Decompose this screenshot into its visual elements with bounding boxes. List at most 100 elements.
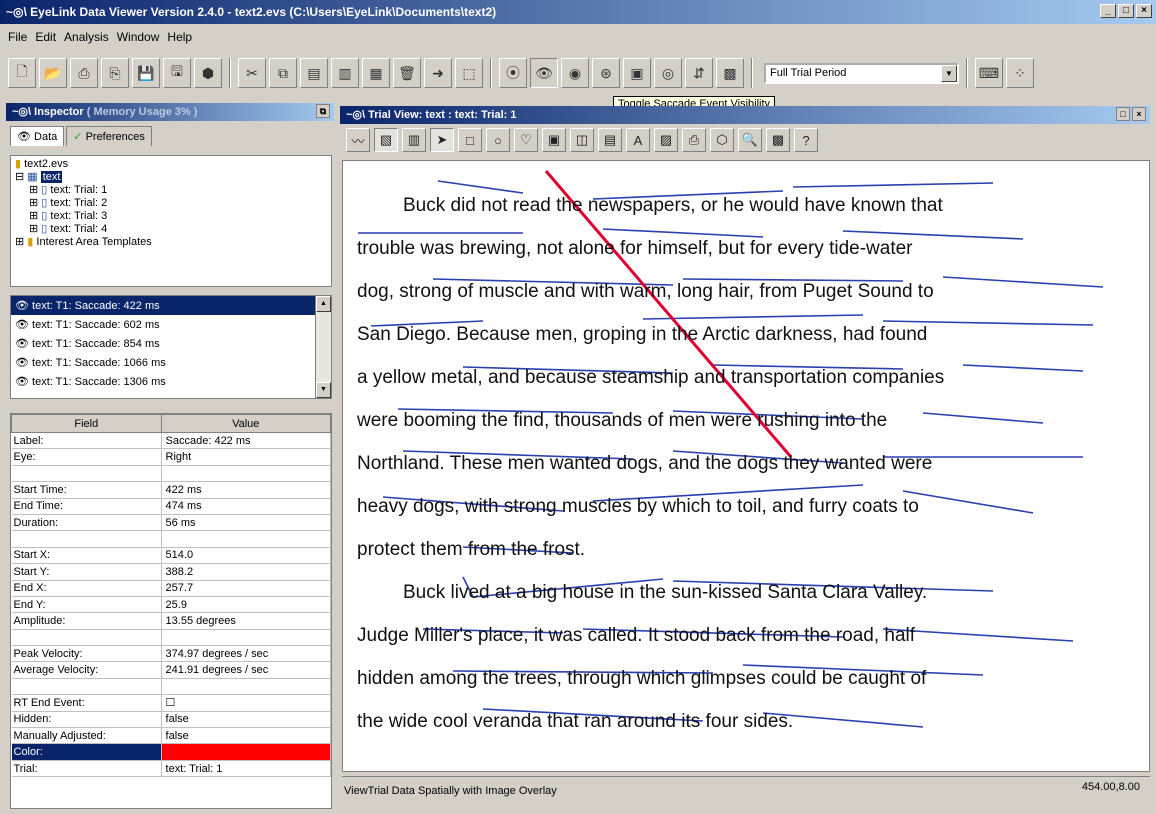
paste-icon[interactable]: ▤ — [300, 58, 328, 88]
restore-icon[interactable]: □ — [1116, 107, 1130, 121]
value-cell[interactable]: false — [161, 711, 332, 729]
save-all-icon[interactable]: 🖫 — [163, 58, 191, 88]
list-item[interactable]: 👁 text: T1: Saccade: 602 ms — [11, 315, 331, 334]
tree-trial[interactable]: ⊞ ▯ text: Trial: 1 — [15, 184, 327, 197]
value-cell[interactable]: 474 ms — [161, 498, 332, 515]
trial-canvas[interactable]: Buck did not read the newspapers, or he … — [342, 160, 1150, 772]
saccade-line[interactable] — [902, 490, 1034, 514]
tree-trial[interactable]: ⊞ ▯ text: Trial: 3 — [15, 210, 327, 223]
help-icon[interactable]: ? — [794, 128, 818, 152]
saccade-line[interactable] — [922, 412, 1044, 424]
tree-root[interactable]: ▮ text2.evs — [15, 158, 327, 171]
input-icon[interactable]: ⇵ — [685, 58, 713, 88]
temporal-graph-icon[interactable]: 〰 — [346, 128, 370, 152]
scroll-down-icon[interactable]: ▼ — [316, 382, 331, 398]
value-cell[interactable] — [161, 530, 332, 548]
pointer-icon[interactable]: ➤ — [430, 128, 454, 152]
copy-icon[interactable]: ⧉ — [269, 58, 297, 88]
ellipse-icon[interactable]: ○ — [486, 128, 510, 152]
save-icon[interactable]: 💾 — [132, 58, 160, 88]
list-item[interactable]: 👁 text: T1: Saccade: 1306 ms — [11, 372, 331, 391]
saccade-line[interactable] — [602, 228, 764, 238]
load-ia-icon[interactable]: ◫ — [570, 128, 594, 152]
close-icon[interactable]: × — [1132, 107, 1146, 121]
paste-special-icon[interactable]: ▥ — [331, 58, 359, 88]
delete-icon[interactable]: 🗑 — [393, 58, 421, 88]
text-ia-icon[interactable]: A — [626, 128, 650, 152]
menu-window[interactable]: Window — [117, 30, 160, 44]
value-cell[interactable] — [161, 465, 332, 483]
export-image-icon[interactable]: ⎙ — [682, 128, 706, 152]
float-panel-icon[interactable]: ⧉ — [316, 104, 330, 118]
value-cell[interactable]: 514.0 — [161, 547, 332, 565]
value-cell[interactable]: 241.91 degrees / sec — [161, 661, 332, 679]
image-ia-icon[interactable]: ▨ — [654, 128, 678, 152]
list-item[interactable]: 👁 text: T1: Saccade: 1066 ms — [11, 353, 331, 372]
close-button[interactable]: × — [1136, 4, 1152, 18]
export-icon[interactable]: ⎘ — [101, 58, 129, 88]
period-select[interactable]: Full Trial Period ▼ — [764, 62, 959, 84]
value-cell[interactable]: 374.97 degrees / sec — [161, 645, 332, 663]
tree-group[interactable]: ⊟ ▦ text — [15, 171, 327, 184]
cut-icon[interactable]: ✂ — [238, 58, 266, 88]
value-cell[interactable]: text: Trial: 1 — [161, 760, 332, 778]
saccade-line[interactable] — [792, 182, 994, 188]
import-icon[interactable]: ⎙ — [70, 58, 98, 88]
tab-data[interactable]: 👁 Data — [10, 126, 65, 146]
scroll-up-icon[interactable]: ▲ — [316, 296, 331, 312]
value-cell[interactable]: ☐ — [161, 694, 332, 712]
list-item[interactable]: 👁 text: T1: Saccade: 854 ms — [11, 334, 331, 353]
saccade-line[interactable] — [642, 314, 864, 320]
fixation-icon[interactable]: ⦿ — [499, 58, 527, 88]
value-cell[interactable] — [161, 743, 332, 761]
tab-preferences[interactable]: ✓ Preferences — [66, 126, 152, 146]
menu-analysis[interactable]: Analysis — [64, 30, 109, 44]
select-icon[interactable]: ⬚ — [455, 58, 483, 88]
saccade-toggle-icon[interactable]: 👁 — [530, 58, 558, 88]
value-cell[interactable] — [161, 678, 332, 696]
tree-trial[interactable]: ⊞ ▯ text: Trial: 4 — [15, 223, 327, 236]
chevron-down-icon[interactable]: ▼ — [941, 64, 957, 82]
tree-templates[interactable]: ⊞ ▮ Interest Area Templates — [15, 236, 327, 249]
undo-icon[interactable]: ➜ — [424, 58, 452, 88]
list-scrollbar[interactable]: ▲ ▼ — [315, 296, 331, 398]
console-icon[interactable]: ⌨ — [975, 58, 1003, 88]
value-cell[interactable]: 422 ms — [161, 481, 332, 499]
rectangle-icon[interactable]: □ — [458, 128, 482, 152]
search-icon[interactable]: 🔍 — [738, 128, 762, 152]
saccade-line[interactable] — [437, 180, 524, 194]
package-icon[interactable]: ⬢ — [194, 58, 222, 88]
saccade-line[interactable] — [942, 276, 1104, 288]
freehand-icon[interactable]: ♡ — [514, 128, 538, 152]
floppy-icon[interactable]: ▤ — [598, 128, 622, 152]
value-cell[interactable]: Saccade: 422 ms — [161, 432, 332, 450]
animation-icon[interactable]: ▥ — [402, 128, 426, 152]
menu-file[interactable]: File — [8, 30, 27, 44]
menu-help[interactable]: Help — [167, 30, 192, 44]
value-cell[interactable]: false — [161, 727, 332, 745]
value-cell[interactable]: 13.55 degrees — [161, 612, 332, 630]
grid-icon[interactable]: ▩ — [716, 58, 744, 88]
message-icon[interactable]: ▣ — [623, 58, 651, 88]
value-cell[interactable]: 257.7 — [161, 580, 332, 597]
saccade-line[interactable] — [962, 364, 1084, 372]
list-item[interactable]: 👁 text: T1: Saccade: 422 ms — [11, 296, 331, 315]
dots-icon[interactable]: ⁘ — [1006, 58, 1034, 88]
value-cell[interactable]: Right — [161, 448, 332, 466]
value-cell[interactable]: 25.9 — [161, 596, 332, 614]
new-file-icon[interactable]: 🗋 — [8, 58, 36, 88]
spatial-overlay-icon[interactable]: ▧ — [374, 128, 398, 152]
value-cell[interactable] — [161, 629, 332, 647]
value-cell[interactable]: 388.2 — [161, 563, 332, 581]
menu-edit[interactable]: Edit — [35, 30, 56, 44]
minimize-button[interactable]: _ — [1100, 4, 1116, 18]
record-icon[interactable]: ◎ — [654, 58, 682, 88]
maximize-button[interactable]: □ — [1118, 4, 1134, 18]
tree-trial[interactable]: ⊞ ▯ text: Trial: 2 — [15, 197, 327, 210]
value-cell[interactable]: 56 ms — [161, 514, 332, 532]
eye-search-icon[interactable]: ⊛ — [592, 58, 620, 88]
clipboard-icon[interactable]: ▦ — [362, 58, 390, 88]
blink-icon[interactable]: ◉ — [561, 58, 589, 88]
shield-icon[interactable]: ⬡ — [710, 128, 734, 152]
save-ia-icon[interactable]: ▣ — [542, 128, 566, 152]
